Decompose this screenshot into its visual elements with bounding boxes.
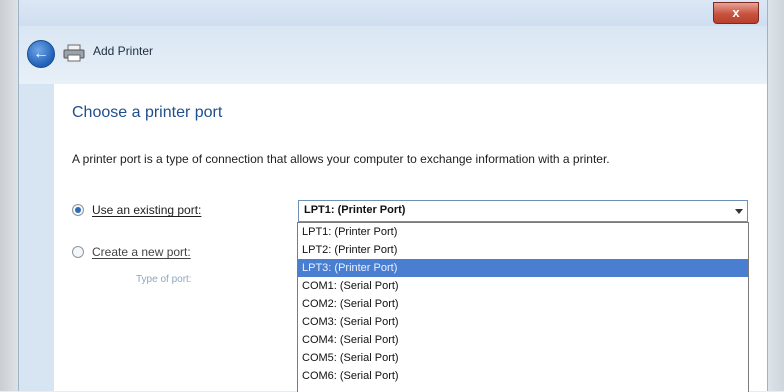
port-option[interactable]: COM2: (Serial Port)	[298, 295, 748, 313]
create-new-port-option[interactable]: Create a new port:	[72, 244, 191, 259]
use-existing-port-label: Use an existing port:	[92, 202, 202, 217]
back-button[interactable]: ←	[27, 40, 55, 68]
port-option[interactable]: COM5: (Serial Port)	[298, 349, 748, 367]
wizard-nav-bar: ← Add Printer	[19, 26, 767, 84]
port-option[interactable]: COM3: (Serial Port)	[298, 313, 748, 331]
title-bar: x	[19, 0, 767, 26]
window-title: Add Printer	[93, 44, 154, 58]
port-option[interactable]: COM1: (Serial Port)	[298, 277, 748, 295]
create-new-port-label: Create a new port:	[92, 244, 191, 259]
port-dropdown-list: LPT1: (Printer Port) LPT2: (Printer Port…	[297, 222, 749, 392]
close-button[interactable]: x	[713, 2, 759, 24]
port-select[interactable]: LPT1: (Printer Port)	[298, 200, 748, 222]
background-right	[766, 0, 784, 391]
use-existing-port-radio[interactable]	[72, 203, 84, 216]
port-option[interactable]: COM4: (Serial Port)	[298, 331, 748, 349]
page-description: A printer port is a type of connection t…	[72, 152, 610, 166]
port-select-value: LPT1: (Printer Port)	[304, 204, 406, 216]
use-existing-port-option[interactable]: Use an existing port:	[72, 202, 201, 217]
port-option[interactable]: LPT2: (Printer Port)	[298, 241, 748, 259]
port-option[interactable]: COM6: (Serial Port)	[298, 367, 748, 385]
page-title: Choose a printer port	[72, 104, 223, 121]
close-icon: x	[732, 5, 740, 20]
port-option[interactable]: LPT1: (Printer Port)	[298, 223, 748, 241]
port-option-highlighted[interactable]: LPT3: (Printer Port)	[298, 259, 748, 277]
wizard-content: Choose a printer port A printer port is …	[54, 84, 767, 392]
printer-icon	[63, 44, 85, 62]
back-arrow-icon: ←	[33, 45, 49, 62]
chevron-down-icon[interactable]	[735, 209, 743, 214]
add-printer-window: x ← Add Printer Choose a printer port A …	[18, 0, 768, 392]
create-new-port-radio[interactable]	[72, 245, 84, 258]
type-of-port-label: Type of port:	[136, 274, 192, 285]
